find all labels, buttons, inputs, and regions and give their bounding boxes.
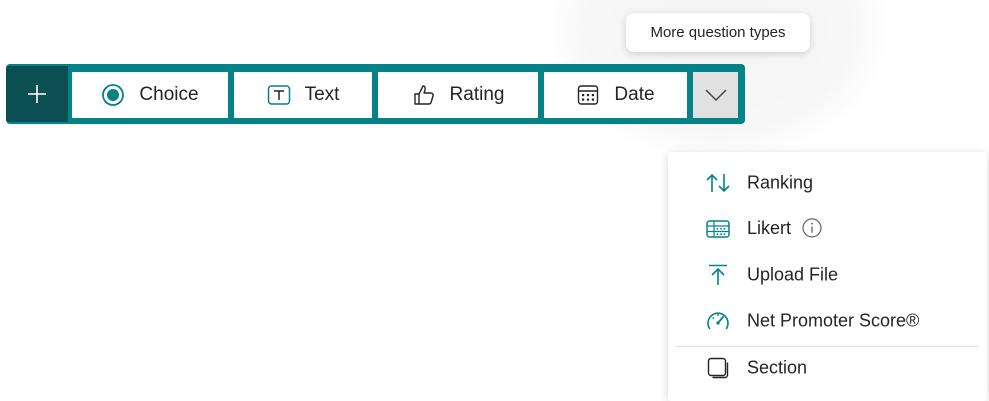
menu-item-ranking[interactable]: Ranking (668, 160, 987, 206)
gauge-icon (704, 307, 732, 335)
choice-label: Choice (139, 84, 199, 105)
more-question-types-tooltip: More question types (626, 13, 810, 52)
menu-item-net-promoter-score[interactable]: Net Promoter Score® (668, 298, 987, 344)
tooltip-text: More question types (650, 24, 786, 41)
menu-item-label: Likert (747, 217, 792, 238)
menu-item-section[interactable]: Section (668, 345, 987, 391)
choice-button[interactable]: Choice (72, 72, 228, 118)
more-question-types-button[interactable] (693, 72, 738, 118)
menu-item-label: Net Promoter Score® (747, 310, 920, 331)
ranking-icon (704, 169, 732, 197)
more-question-types-menu: Ranking Likert Upload File Net Promoter … (668, 152, 987, 401)
likert-label-group: Likert (747, 218, 823, 240)
likert-icon (704, 215, 732, 243)
date-label: Date (614, 84, 655, 105)
radio-icon (101, 83, 125, 107)
add-question-button[interactable] (6, 66, 68, 122)
calendar-icon (576, 83, 600, 107)
chevron-down-icon (704, 89, 727, 102)
menu-item-label: Ranking (747, 172, 814, 193)
thumbs-up-icon (412, 83, 436, 107)
date-button[interactable]: Date (544, 72, 687, 118)
section-icon (704, 354, 732, 382)
rating-label: Rating (449, 84, 505, 105)
text-label: Text (304, 84, 340, 105)
menu-item-label: Section (747, 357, 808, 378)
text-box-icon (267, 84, 291, 106)
rating-button[interactable]: Rating (378, 72, 538, 118)
menu-item-likert[interactable]: Likert (668, 206, 987, 252)
menu-item-label: Upload File (747, 264, 839, 285)
plus-icon (28, 85, 46, 103)
question-type-picker: More question types Choice Text Rating D… (0, 0, 989, 401)
info-icon[interactable] (801, 217, 823, 239)
text-button[interactable]: Text (234, 72, 372, 118)
menu-item-upload-file[interactable]: Upload File (668, 252, 987, 298)
upload-icon (704, 261, 732, 289)
